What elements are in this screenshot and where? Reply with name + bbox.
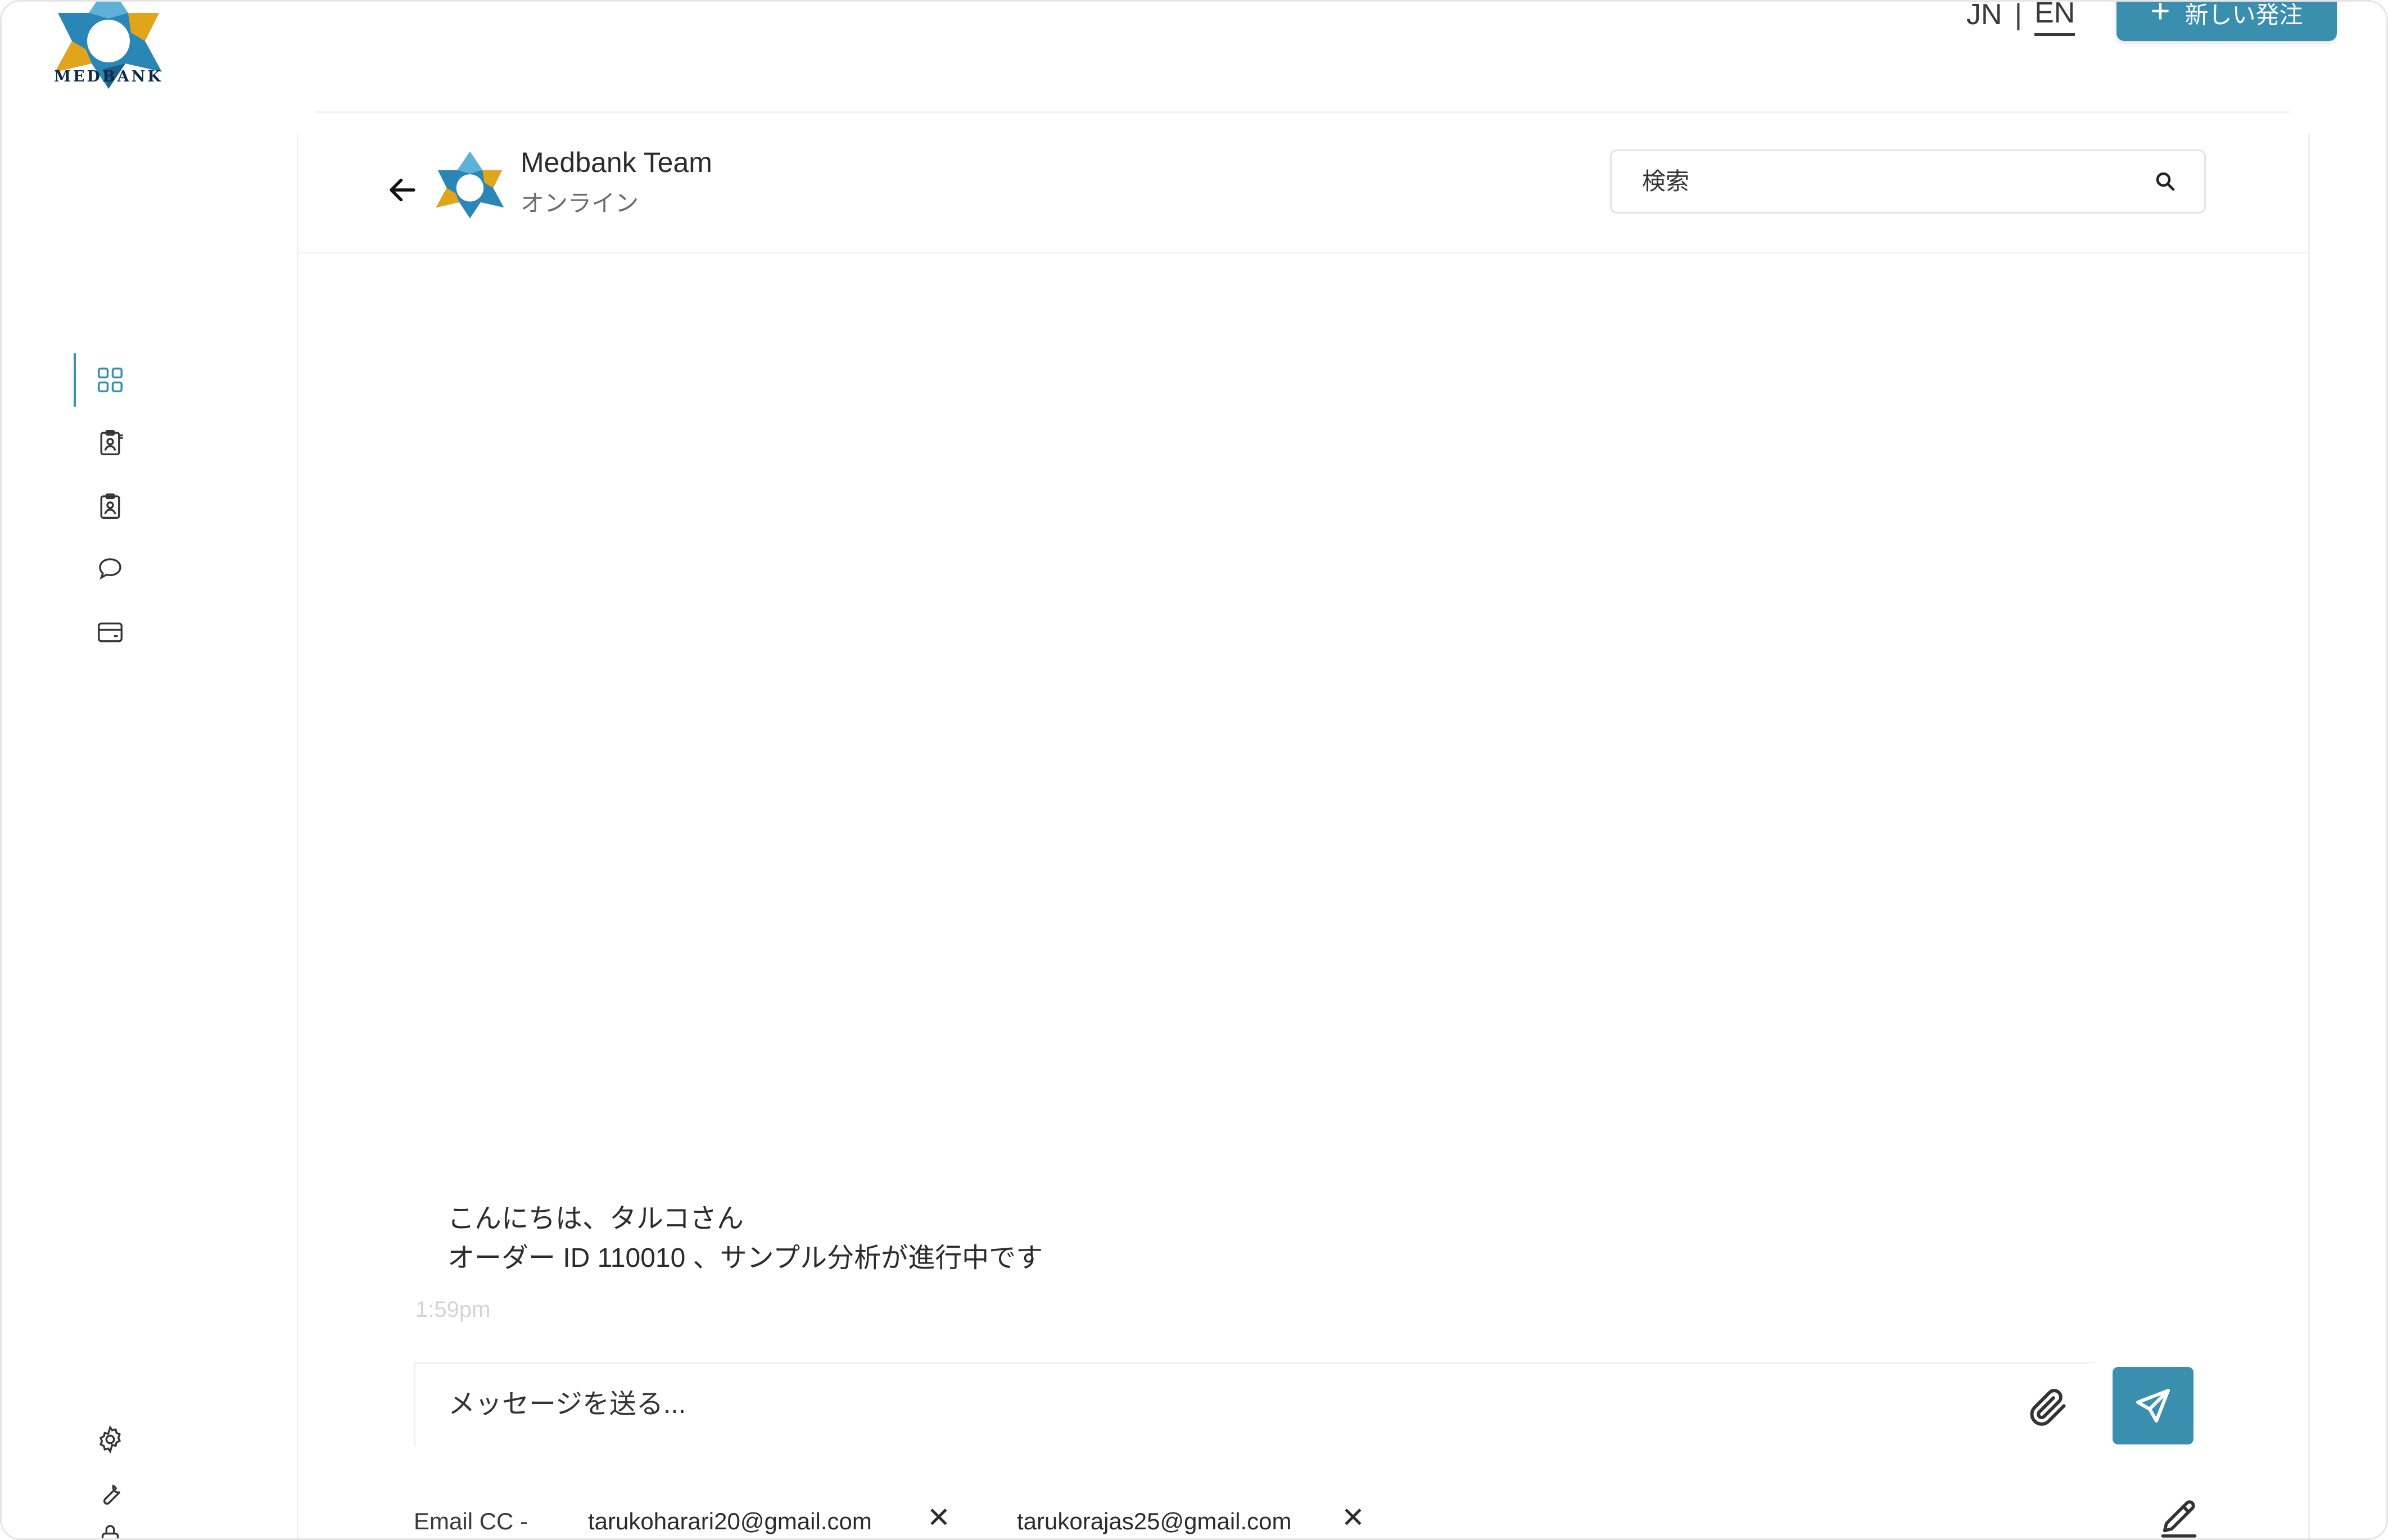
medbank-avatar-icon (436, 151, 504, 219)
id-badge-icon (100, 429, 123, 455)
lang-en-option[interactable]: EN (2034, 2, 2075, 36)
sidebar-item-lock[interactable] (74, 1519, 147, 1538)
message-line: オーダー ID 110010 、サンプル分析が進行中です (447, 1243, 1043, 1273)
chat-header: Medbank Team オンライン (298, 134, 2308, 253)
remove-cc-button[interactable]: ✕ (927, 1501, 951, 1534)
logo-text: MEDBANK (54, 68, 163, 85)
panel-top-divider (316, 111, 2290, 113)
gear-icon (99, 1425, 121, 1454)
sidebar-item-messages[interactable] (74, 542, 147, 596)
contact-status: オンライン (521, 190, 639, 216)
chat-bubble-icon (99, 558, 121, 580)
clipboard-user-icon (100, 493, 120, 519)
sidebar-item-billing[interactable] (74, 605, 147, 659)
search-icon[interactable] (2154, 170, 2177, 193)
remove-cc-button[interactable]: ✕ (1341, 1501, 1365, 1534)
lock-icon (101, 1525, 119, 1538)
lang-jn-option[interactable]: JN (1966, 2, 2002, 31)
sidebar-item-patients[interactable] (74, 416, 147, 470)
back-button[interactable] (372, 159, 433, 221)
search-box (1610, 150, 2206, 214)
medbank-logo[interactable]: MEDBANK (41, 2, 176, 108)
chat-panel: Medbank Team オンライン こんにちは、タルコさん オーダー ID 1… (297, 134, 2310, 1538)
paperclip-icon (2030, 1389, 2066, 1426)
message-line: こんにちは、タルコさん (447, 1204, 744, 1234)
new-order-button[interactable]: + 新しい発注 (2116, 0, 2337, 41)
wrench-icon (103, 1484, 121, 1505)
app-window: MEDBANK JN | EN + 新しい発注 Medbank Team オンラ… (0, 0, 2388, 1540)
sidebar-item-orders[interactable] (74, 479, 147, 533)
arrow-left-icon (390, 178, 415, 202)
avatar (431, 145, 509, 224)
cc-email-chip: tarukorajas25@gmail.com (1017, 1508, 1292, 1534)
language-switcher: JN | EN (1966, 0, 2075, 36)
email-cc-label: Email CC - (414, 1508, 528, 1534)
attach-button[interactable] (2020, 1379, 2076, 1435)
sidebar-item-settings[interactable] (74, 1412, 147, 1466)
cc-email-chip: tarukoharari20@gmail.com (588, 1508, 872, 1534)
sidebar-item-tools[interactable] (74, 1466, 147, 1520)
search-input[interactable] (1641, 167, 2154, 196)
contact-name: Medbank Team (521, 147, 712, 178)
plus-icon: + (2150, 0, 2170, 30)
grid-icon (97, 367, 123, 393)
message-timestamp: 1:59pm (415, 1297, 491, 1322)
message-input[interactable] (447, 1384, 1967, 1424)
edit-cc-button[interactable] (2148, 1485, 2210, 1538)
pencil-icon (2161, 1500, 2197, 1538)
new-order-label: 新しい発注 (2185, 1, 2303, 28)
card-icon (98, 622, 123, 642)
send-button[interactable] (2113, 1367, 2193, 1444)
lang-separator: | (2014, 0, 2023, 31)
sidebar-item-dashboard[interactable] (74, 353, 147, 407)
message-composer (414, 1362, 2095, 1446)
send-icon (2136, 1389, 2170, 1423)
